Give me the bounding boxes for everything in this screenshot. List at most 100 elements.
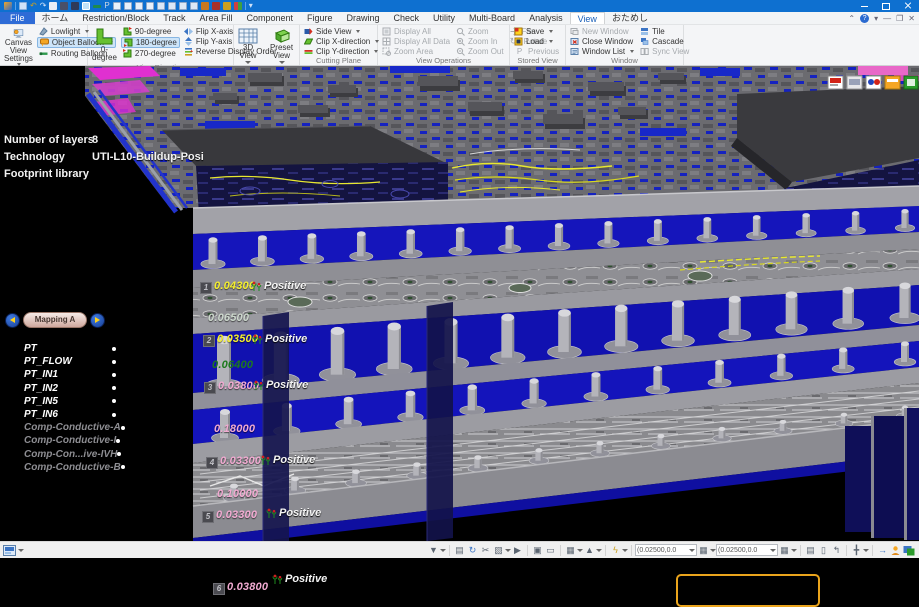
mapping-prev-button[interactable] xyxy=(5,313,20,328)
sheet-icon-6[interactable] xyxy=(168,2,176,10)
new-window-button[interactable]: New Window xyxy=(568,27,636,36)
net-icon[interactable] xyxy=(201,2,209,10)
display-all-data-button[interactable]: Display All Data xyxy=(380,37,452,46)
filter-caret-icon[interactable] xyxy=(440,549,446,552)
fly-mode-icon[interactable]: → xyxy=(876,544,889,557)
pan-mode-icon[interactable]: ╋ xyxy=(850,544,863,557)
layer-item-pt-in6[interactable]: PT_IN6 xyxy=(24,408,116,421)
ninety-degree-button[interactable]: 90-degree xyxy=(121,27,180,36)
tab-component[interactable]: Component xyxy=(239,12,300,24)
power-icon[interactable] xyxy=(223,2,231,10)
sheet-icon-5[interactable] xyxy=(157,2,165,10)
close-window-button[interactable]: Close Window xyxy=(568,37,636,46)
eject-icon[interactable]: ▭ xyxy=(544,544,557,557)
close-button[interactable] xyxy=(897,0,919,12)
window-list-button[interactable]: Window List xyxy=(568,47,636,56)
layer-item-pt-in2[interactable]: PT_IN2 xyxy=(24,382,116,395)
tab-drawing[interactable]: Drawing xyxy=(340,12,387,24)
tab-view[interactable]: View xyxy=(570,12,605,24)
sheet-icon-4[interactable] xyxy=(146,2,154,10)
window-sync-icon[interactable] xyxy=(902,544,915,557)
stored-previous-button[interactable]: P Previous xyxy=(512,47,561,56)
layer-item-pt-in1[interactable]: PT_IN1 xyxy=(24,368,116,381)
refresh-icon[interactable]: ↻ xyxy=(466,544,479,557)
help-icon[interactable]: ? xyxy=(860,14,869,23)
display-all-button[interactable]: Display All xyxy=(380,27,452,36)
layer-item-pt-flow[interactable]: PT_FLOW xyxy=(24,355,116,368)
tab-multi-board[interactable]: Multi-Board xyxy=(462,12,522,24)
sync-view-button[interactable]: Sync View xyxy=(638,47,691,56)
balloon-icon[interactable] xyxy=(82,2,90,10)
pin-icon[interactable] xyxy=(212,2,220,10)
doc-minimize-icon[interactable]: — xyxy=(883,14,891,23)
tab-track[interactable]: Track xyxy=(156,12,192,24)
zoom-out-button[interactable]: Zoom Out xyxy=(454,47,506,56)
mapping-next-button[interactable] xyxy=(90,313,105,328)
lightning-caret-icon[interactable] xyxy=(622,549,628,552)
canvas-view-settings-button[interactable]: Canvas View Settings xyxy=(2,27,35,67)
sheet-icon-8[interactable] xyxy=(190,2,198,10)
grid-style-caret-2[interactable] xyxy=(791,549,797,552)
stored-save-button[interactable]: Save xyxy=(512,27,561,36)
minimize-button[interactable] xyxy=(853,0,875,12)
layer-item-pt[interactable]: PT xyxy=(24,342,116,355)
plot-icon[interactable]: P xyxy=(104,2,109,10)
3d-view-button[interactable]: 3D View xyxy=(236,27,260,65)
layer-item-comp-conductive-i[interactable]: Comp-Conductive-I xyxy=(24,434,116,447)
doc-restore-icon[interactable]: ❐ xyxy=(896,14,903,23)
layer-item-comp-conductive-b[interactable]: Comp-Conductive-B xyxy=(24,461,116,474)
tile-button[interactable]: Tile xyxy=(638,27,691,36)
layer-item-pt-in5[interactable]: PT_IN5 xyxy=(24,395,116,408)
tab-analysis[interactable]: Analysis xyxy=(522,12,570,24)
tab-restriction-block[interactable]: Restriction/Block xyxy=(75,12,156,24)
cut-icon[interactable]: ✂ xyxy=(479,544,492,557)
pan-caret-icon[interactable] xyxy=(863,549,869,552)
grid-icon[interactable] xyxy=(234,2,242,10)
tab-utility[interactable]: Utility xyxy=(426,12,462,24)
twoseventy-degree-button[interactable]: 270-degree xyxy=(121,49,180,58)
mapping-selector[interactable]: Mapping A xyxy=(23,312,87,328)
tab-check[interactable]: Check xyxy=(387,12,427,24)
select-icon[interactable] xyxy=(49,2,57,10)
layer-item-comp-conductive-a[interactable]: Comp-Conductive-A xyxy=(24,421,116,434)
print-icon[interactable]: ▤ xyxy=(804,544,817,557)
help-caret-icon[interactable]: ▾ xyxy=(874,14,878,23)
stored-load-button[interactable]: Load xyxy=(512,37,561,46)
side-view-button[interactable]: Side View xyxy=(302,27,381,36)
tab-otameshi[interactable]: おためし xyxy=(605,12,655,24)
view-mode-icon[interactable] xyxy=(3,545,16,556)
zoom-in-button[interactable]: Zoom In xyxy=(454,37,506,46)
clip-x-button[interactable]: Clip X-direction xyxy=(302,37,381,46)
layer-select-icon[interactable]: ▧ xyxy=(492,544,505,557)
cascade-button[interactable]: Cascade xyxy=(638,37,691,46)
sheet-icon[interactable]: ▤ xyxy=(453,544,466,557)
app-icon[interactable] xyxy=(4,2,12,10)
oneeighty-degree-button[interactable]: 180-degree xyxy=(121,37,180,48)
save-icon[interactable] xyxy=(19,2,27,10)
preset-view-button[interactable]: Preset View xyxy=(266,27,297,65)
phone-icon[interactable] xyxy=(71,2,79,10)
grid-pitch-combo-1[interactable]: (0.02500,0.0 xyxy=(635,544,697,556)
sheet-icon-1[interactable] xyxy=(113,2,121,10)
zero-degree-button[interactable]: 0-degree xyxy=(90,27,119,63)
sheet-icon-2[interactable] xyxy=(124,2,132,10)
tab-home[interactable]: ホーム xyxy=(35,12,76,24)
layer-item-comp-conductive-ivh[interactable]: Comp-Con...ive-IVH xyxy=(24,448,116,461)
grid-style-icon-1[interactable]: ▦ xyxy=(697,544,710,557)
corner-mode-icon[interactable]: ↰ xyxy=(830,544,843,557)
clipboard-icon[interactable]: ▣ xyxy=(531,544,544,557)
tab-file[interactable]: File xyxy=(0,12,35,24)
view-mode-caret-icon[interactable] xyxy=(18,549,24,552)
tab-area-fill[interactable]: Area Fill xyxy=(192,12,239,24)
prism-icon[interactable]: ▲ xyxy=(583,544,596,557)
zoom-area-button[interactable]: Zoom Area xyxy=(380,47,452,56)
measure-icon[interactable] xyxy=(93,5,101,8)
3d-canvas[interactable]: Number of layers 8 Technology UTI-L10-Bu… xyxy=(0,66,919,541)
pin-ribbon-icon[interactable]: ⌃ xyxy=(848,14,855,23)
user-icon[interactable] xyxy=(889,544,902,557)
pick-mode-icon[interactable]: ▶ xyxy=(511,544,524,557)
lightning-icon[interactable]: ϟ xyxy=(609,544,622,557)
maximize-button[interactable] xyxy=(875,0,897,12)
device-icon[interactable]: ▯ xyxy=(817,544,830,557)
grid-style-icon-2[interactable]: ▦ xyxy=(778,544,791,557)
